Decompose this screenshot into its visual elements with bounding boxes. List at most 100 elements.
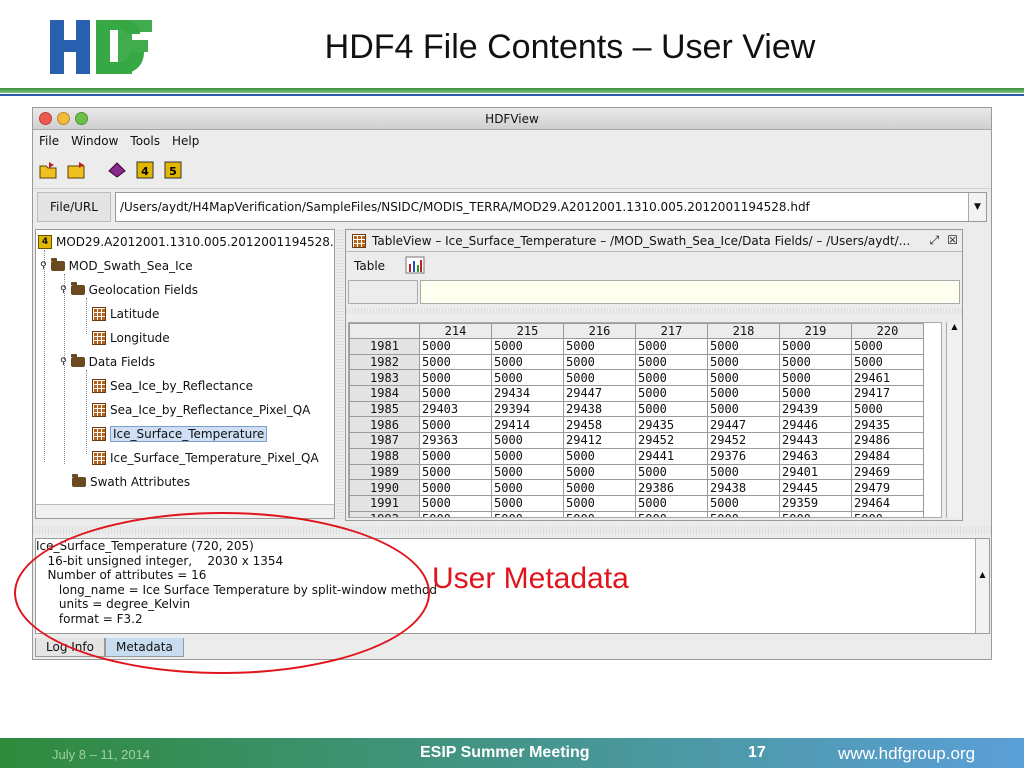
chart-icon[interactable] (405, 256, 425, 277)
table-cell[interactable]: 29403 (419, 400, 492, 418)
table-cell[interactable]: 5000 (635, 463, 708, 481)
table-cell[interactable]: 5000 (779, 510, 852, 517)
minimize-window-button[interactable] (57, 112, 70, 125)
table-cell[interactable]: 5000 (491, 510, 564, 517)
table-cell[interactable]: 5000 (635, 494, 708, 512)
table-cell[interactable]: 5000 (563, 369, 636, 387)
column-header[interactable]: 219 (779, 323, 852, 339)
table-cell[interactable]: 29452 (707, 432, 780, 449)
new-file-icon[interactable] (65, 158, 89, 182)
table-cell[interactable]: 29446 (779, 416, 852, 434)
table-cell[interactable]: 29435 (635, 416, 708, 434)
table-cell[interactable]: 5000 (491, 353, 564, 371)
table-cell[interactable]: 5000 (491, 369, 564, 387)
table-cell[interactable]: 29401 (779, 463, 852, 481)
table-cell[interactable]: 5000 (851, 510, 924, 517)
table-cell[interactable]: 5000 (779, 369, 852, 387)
table-cell[interactable]: 5000 (491, 463, 564, 481)
tree-item-mod-swath-sea-ice[interactable]: ⚲ MOD_Swath_Sea_Ice (40, 256, 193, 276)
table-cell[interactable]: 29461 (851, 369, 924, 387)
table-cell[interactable]: 5000 (707, 385, 780, 402)
table-cell[interactable]: 29434 (491, 385, 564, 402)
table-cell[interactable]: 5000 (779, 353, 852, 371)
vertical-splitter[interactable] (336, 229, 344, 519)
table-cell[interactable]: 29438 (563, 400, 636, 418)
table-cell[interactable]: 5000 (491, 494, 564, 512)
table-row[interactable]: 1988 5000 5000 5000 29441 29376 29463 29484 (349, 447, 924, 465)
row-header[interactable]: 1988 (349, 447, 420, 465)
table-cell[interactable]: 29452 (635, 432, 708, 449)
table-cell[interactable]: 29463 (779, 447, 852, 465)
table-row[interactable]: 1984 5000 29434 29447 5000 5000 5000 29417 (349, 385, 924, 402)
table-cell[interactable]: 5000 (419, 447, 492, 465)
hdf4-icon[interactable]: 4 (133, 158, 157, 182)
table-row[interactable]: 1990 5000 5000 5000 29386 29438 29445 29479 (349, 479, 924, 496)
table-cell[interactable]: 5000 (563, 510, 636, 517)
table-cell[interactable]: 5000 (491, 447, 564, 465)
table-cell[interactable]: 29435 (851, 416, 924, 434)
table-cell[interactable]: 5000 (491, 432, 564, 449)
tree-item-root[interactable]: 4 MOD29.A2012001.1310.005.2012001194528.… (38, 232, 334, 252)
table-cell[interactable]: 5000 (563, 463, 636, 481)
table-row[interactable]: 1987 29363 5000 29412 29452 29452 29443 29486 (349, 432, 924, 449)
menu-file[interactable]: File (39, 134, 59, 148)
tree-item-swath-attributes[interactable]: Swath Attributes (72, 472, 190, 492)
table-cell[interactable]: 29363 (419, 432, 492, 449)
table-cell[interactable]: 29486 (851, 432, 924, 449)
table-cell[interactable]: 29414 (491, 416, 564, 434)
close-icon[interactable]: ☒ (947, 233, 958, 248)
maximize-icon[interactable]: ⤢ (930, 233, 940, 248)
table-cell[interactable]: 29443 (779, 432, 852, 449)
scroll-up-icon[interactable]: ▲ (947, 322, 962, 331)
book-icon[interactable] (105, 158, 129, 182)
row-header[interactable]: 1986 (349, 416, 420, 434)
table-cell[interactable]: 5000 (419, 463, 492, 481)
table-cell[interactable]: 5000 (491, 479, 564, 496)
row-header[interactable]: 1992 (349, 510, 420, 517)
table-cell[interactable]: 5000 (779, 338, 852, 355)
table-cell[interactable]: 5000 (419, 510, 492, 517)
column-header[interactable]: 218 (707, 323, 780, 339)
column-header[interactable]: 216 (563, 323, 636, 339)
cell-value-field[interactable] (420, 280, 960, 304)
table-cell[interactable]: 29469 (851, 463, 924, 481)
table-cell[interactable]: 5000 (635, 510, 708, 517)
table-row[interactable]: 1991 5000 5000 5000 5000 5000 29359 29464 (349, 494, 924, 512)
open-file-icon[interactable] (37, 158, 61, 182)
row-header[interactable]: 1989 (349, 463, 420, 481)
chevron-down-icon[interactable]: ▼ (968, 192, 986, 221)
table-cell[interactable]: 5000 (707, 369, 780, 387)
table-row[interactable]: 1986 5000 29414 29458 29435 29447 29446 29435 (349, 416, 924, 434)
table-cell[interactable]: 5000 (563, 447, 636, 465)
row-header[interactable]: 1985 (349, 400, 420, 418)
table-cell[interactable]: 5000 (419, 479, 492, 496)
table-cell[interactable]: 29445 (779, 479, 852, 496)
table-cell[interactable]: 29394 (491, 400, 564, 418)
tree-item-sea-ice-by-reflectance-pixel-qa[interactable]: Sea_Ice_by_Reflectance_Pixel_QA (92, 400, 310, 420)
table-cell[interactable]: 5000 (707, 494, 780, 512)
menu-tools[interactable]: Tools (130, 134, 160, 148)
table-cell[interactable]: 29412 (563, 432, 636, 449)
column-header[interactable]: 215 (491, 323, 564, 339)
table-row[interactable]: 1981 5000 5000 5000 5000 5000 5000 5000 (349, 338, 924, 355)
table-cell[interactable]: 5000 (419, 385, 492, 402)
table-cell[interactable]: 5000 (851, 400, 924, 418)
table-cell[interactable]: 29447 (563, 385, 636, 402)
table-cell[interactable]: 29447 (707, 416, 780, 434)
file-url-button[interactable]: File/URL (37, 191, 111, 222)
table-cell[interactable]: 5000 (635, 385, 708, 402)
table-cell[interactable]: 29439 (779, 400, 852, 418)
close-window-button[interactable] (39, 112, 52, 125)
table-cell[interactable]: 5000 (491, 338, 564, 355)
table-cell[interactable]: 5000 (707, 400, 780, 418)
table-cell[interactable]: 5000 (419, 353, 492, 371)
info-vertical-scrollbar[interactable]: ▲ (975, 539, 989, 633)
tree-item-data-fields[interactable]: ⚲ Data Fields (60, 352, 155, 372)
table-cell[interactable]: 5000 (707, 463, 780, 481)
tree-item-latitude[interactable]: Latitude (92, 304, 159, 324)
table-cell[interactable]: 5000 (419, 338, 492, 355)
table-cell[interactable]: 29376 (707, 447, 780, 465)
table-cell[interactable]: 5000 (419, 369, 492, 387)
table-cell[interactable]: 29441 (635, 447, 708, 465)
table-cell[interactable]: 5000 (635, 369, 708, 387)
